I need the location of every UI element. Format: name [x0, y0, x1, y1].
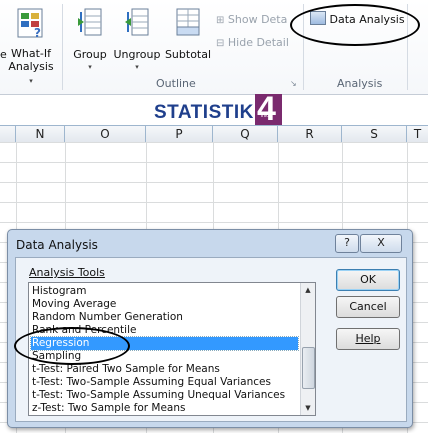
column-header-p[interactable]: P [146, 126, 213, 142]
column-header-t[interactable]: T [407, 126, 428, 142]
group-icon [78, 8, 102, 36]
list-item[interactable]: Moving Average [31, 298, 298, 311]
subtotal-icon [176, 8, 200, 36]
ribbon-partial-label: e [0, 48, 7, 61]
dialog-close-button[interactable]: X [360, 234, 402, 253]
what-if-icon: ? [17, 8, 43, 40]
help-button[interactable]: Help [336, 328, 400, 350]
subtotal-button[interactable]: Subtotal [164, 6, 212, 61]
column-header-left[interactable] [0, 126, 16, 142]
logo-numeral: 4 info [255, 90, 282, 128]
list-item[interactable]: Histogram [31, 285, 298, 298]
logo-text: STATISTIK [154, 102, 254, 123]
dropdown-arrow-icon: ▾ [135, 63, 139, 71]
svg-text:?: ? [34, 26, 41, 40]
outline-group-label: Outline [156, 77, 196, 90]
ungroup-button[interactable]: Ungroup ▾ [112, 6, 162, 74]
dialog-body: Analysis Tools Histogram Moving Average … [15, 257, 407, 422]
what-if-analysis-button[interactable]: ? What-If Analysis ▾ [8, 6, 54, 88]
group-button[interactable]: Group ▾ [70, 6, 110, 74]
data-analysis-button[interactable]: Data Analysis [310, 11, 405, 26]
dialog-launcher-icon[interactable]: ↘ [290, 79, 297, 88]
column-header-o[interactable]: O [65, 126, 146, 142]
list-item[interactable]: t-Test: Two-Sample Assuming Equal Varian… [31, 376, 298, 389]
subtotal-label: Subtotal [164, 48, 212, 61]
ribbon: e ? What-If Analysis ▾ Group ▾ Ungroup ▾… [0, 0, 428, 95]
group-label: Group [73, 48, 107, 61]
list-item[interactable]: t-Test: Two-Sample Assuming Unequal Vari… [31, 389, 298, 402]
analysis-tools-label: Analysis Tools [29, 266, 105, 279]
dialog-help-button[interactable]: ? [335, 234, 359, 253]
analysis-group-label: Analysis [337, 77, 383, 90]
analysis-tools-list[interactable]: Histogram Moving Average Random Number G… [28, 282, 316, 416]
ungroup-label: Ungroup [113, 48, 161, 61]
ungroup-icon [125, 8, 149, 36]
show-detail-button[interactable]: ⊞ Show Deta [216, 13, 287, 26]
hide-detail-icon: ⊟ [216, 38, 225, 49]
list-item[interactable]: Rank and Percentile [31, 324, 298, 337]
scroll-down-arrow-icon[interactable]: ▼ [301, 401, 315, 415]
data-analysis-dialog: Data Analysis ? X Analysis Tools Histogr… [7, 229, 413, 428]
show-detail-icon: ⊞ [216, 15, 225, 26]
column-header-s[interactable]: S [342, 126, 407, 142]
column-header-q[interactable]: Q [213, 126, 278, 142]
list-item[interactable]: Sampling [31, 350, 298, 363]
hide-detail-button[interactable]: ⊟ Hide Detail [216, 36, 289, 49]
scroll-thumb[interactable] [302, 347, 315, 389]
what-if-label-2: Analysis ▾ [8, 60, 54, 85]
what-if-label-1: What-If [11, 47, 51, 60]
list-item[interactable]: t-Test: Paired Two Sample for Means [31, 363, 298, 376]
ribbon-separator [62, 4, 63, 90]
dialog-title: Data Analysis [16, 238, 98, 252]
list-item[interactable]: Random Number Generation [31, 311, 298, 324]
list-item[interactable]: z-Test: Two Sample for Means [31, 402, 298, 415]
column-header-r[interactable]: R [278, 126, 342, 142]
ok-button[interactable]: OK [336, 269, 400, 291]
data-analysis-icon [310, 11, 326, 25]
list-item-selected[interactable]: Regression [30, 336, 299, 351]
statistik4-logo: STATISTIK 4 info [154, 90, 282, 128]
dropdown-arrow-icon: ▾ [88, 63, 92, 71]
column-header-n[interactable]: N [16, 126, 65, 142]
scroll-up-arrow-icon[interactable]: ▲ [301, 283, 315, 297]
ribbon-separator [303, 4, 304, 90]
column-headers: N O P Q R S T [0, 125, 428, 143]
list-scrollbar[interactable]: ▲ ▼ [300, 283, 315, 415]
cancel-button[interactable]: Cancel [336, 296, 400, 318]
dropdown-arrow-icon: ▾ [29, 77, 33, 85]
ribbon-separator [407, 4, 408, 90]
